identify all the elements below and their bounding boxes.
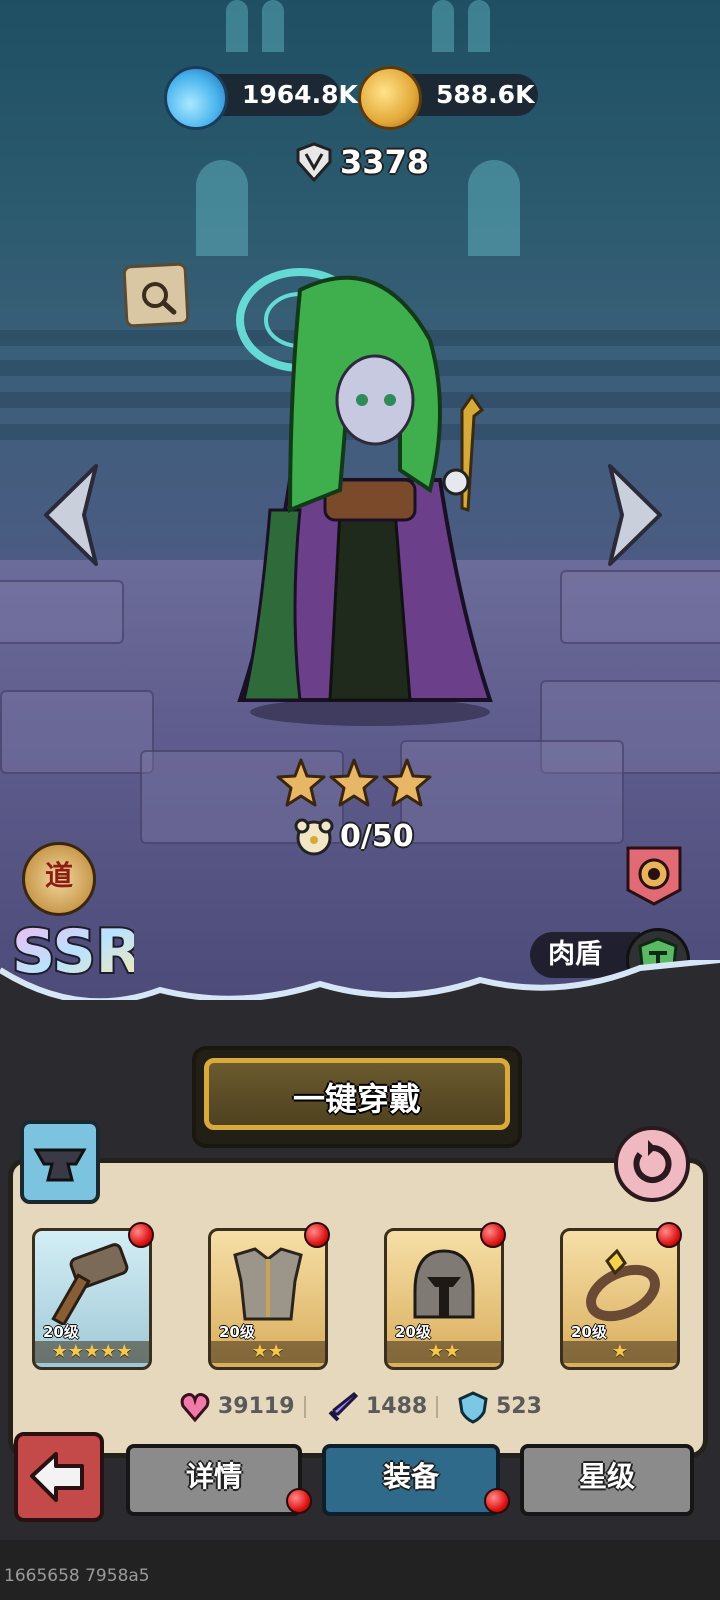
defense-icon xyxy=(458,1391,488,1424)
window-arch xyxy=(262,0,284,52)
hero-shard-progress: 0/50 xyxy=(292,816,414,858)
window-arch xyxy=(468,0,490,52)
hero-portrait[interactable] xyxy=(230,250,510,730)
hp-icon xyxy=(180,1393,210,1423)
details-alert-dot xyxy=(286,1488,312,1514)
anvil-icon xyxy=(33,1148,87,1182)
hero-star-rating xyxy=(276,758,432,807)
defense-value: 523 xyxy=(496,1394,542,1419)
ring-icon xyxy=(586,1248,660,1322)
attack-value: 1488 xyxy=(366,1394,428,1419)
stat-divider xyxy=(304,1396,306,1418)
next-hero-arrow[interactable] xyxy=(604,460,668,570)
helmet-alert-dot xyxy=(480,1222,506,1248)
back-button[interactable] xyxy=(14,1432,104,1522)
tab-details[interactable]: 详情 xyxy=(126,1444,302,1516)
inspect-button[interactable] xyxy=(122,262,190,328)
coin-amount: 588.6K xyxy=(436,80,535,109)
stat-divider xyxy=(436,1396,438,1418)
coin-icon xyxy=(358,66,422,130)
one-click-equip-button[interactable]: 一键穿戴 xyxy=(192,1046,522,1148)
gear-skill-icon[interactable] xyxy=(622,844,686,908)
equipment-stars: ★★ xyxy=(387,1341,501,1363)
potion-amount: 1964.8K xyxy=(242,80,358,109)
shard-icon xyxy=(294,818,334,856)
equipment-slot-weapon[interactable]: 20级 ★★★★★ xyxy=(32,1228,152,1370)
faction-glyph: 道 xyxy=(44,859,73,892)
window-arch xyxy=(468,160,520,256)
hammer-icon xyxy=(51,1243,129,1325)
tab-equipment-label: 装备 xyxy=(382,1460,439,1493)
power-icon xyxy=(296,142,332,183)
window-arch xyxy=(196,160,248,256)
equipment-stars: ★ xyxy=(563,1341,677,1363)
equipment-tab-alert-dot xyxy=(484,1488,510,1514)
window-arch xyxy=(226,0,248,52)
tab-stars-label: 星级 xyxy=(578,1460,635,1493)
equipment-slot-armor[interactable]: 20级 ★★ xyxy=(208,1228,328,1370)
accessory-alert-dot xyxy=(656,1222,682,1248)
equipment-stars: ★★★★★ xyxy=(35,1341,149,1363)
equipment-slot-accessory[interactable]: 20级 ★ xyxy=(560,1228,680,1370)
tab-details-label: 详情 xyxy=(185,1460,242,1493)
equipment-stars: ★★ xyxy=(211,1341,325,1363)
equipment-slot-helmet[interactable]: 20级 ★★ xyxy=(384,1228,504,1370)
back-arrow-icon xyxy=(30,1452,84,1502)
hp-value: 39119 xyxy=(218,1394,295,1419)
chestplate-icon xyxy=(233,1247,303,1321)
equipment-level: 20级 xyxy=(395,1323,431,1341)
shard-count: 0/50 xyxy=(340,819,414,854)
build-id: 1665658 7958a5 xyxy=(4,1566,150,1586)
coin-currency[interactable]: 588.6K xyxy=(358,66,538,130)
equipment-level: 20级 xyxy=(219,1323,255,1341)
potion-currency[interactable]: 1964.8K xyxy=(164,66,358,130)
power-value: 3378 xyxy=(340,143,430,181)
armor-alert-dot xyxy=(304,1222,330,1248)
equipment-level: 20级 xyxy=(43,1323,79,1341)
one-click-equip-label: 一键穿戴 xyxy=(292,1080,421,1118)
window-arch xyxy=(432,0,454,52)
tab-equipment[interactable]: 装备 xyxy=(322,1444,500,1516)
potion-icon xyxy=(164,66,228,130)
tab-stars[interactable]: 星级 xyxy=(520,1444,694,1516)
faction-badge[interactable]: 道 xyxy=(22,842,96,916)
attack-icon xyxy=(328,1391,359,1422)
equipment-level: 20级 xyxy=(571,1323,607,1341)
reset-icon xyxy=(633,1140,672,1183)
reset-equipment-button[interactable] xyxy=(614,1126,690,1202)
prev-hero-arrow[interactable] xyxy=(38,460,102,570)
helmet-icon xyxy=(413,1249,475,1319)
weapon-alert-dot xyxy=(128,1222,154,1248)
magnifier-icon xyxy=(142,282,177,315)
forge-button[interactable] xyxy=(20,1120,100,1204)
